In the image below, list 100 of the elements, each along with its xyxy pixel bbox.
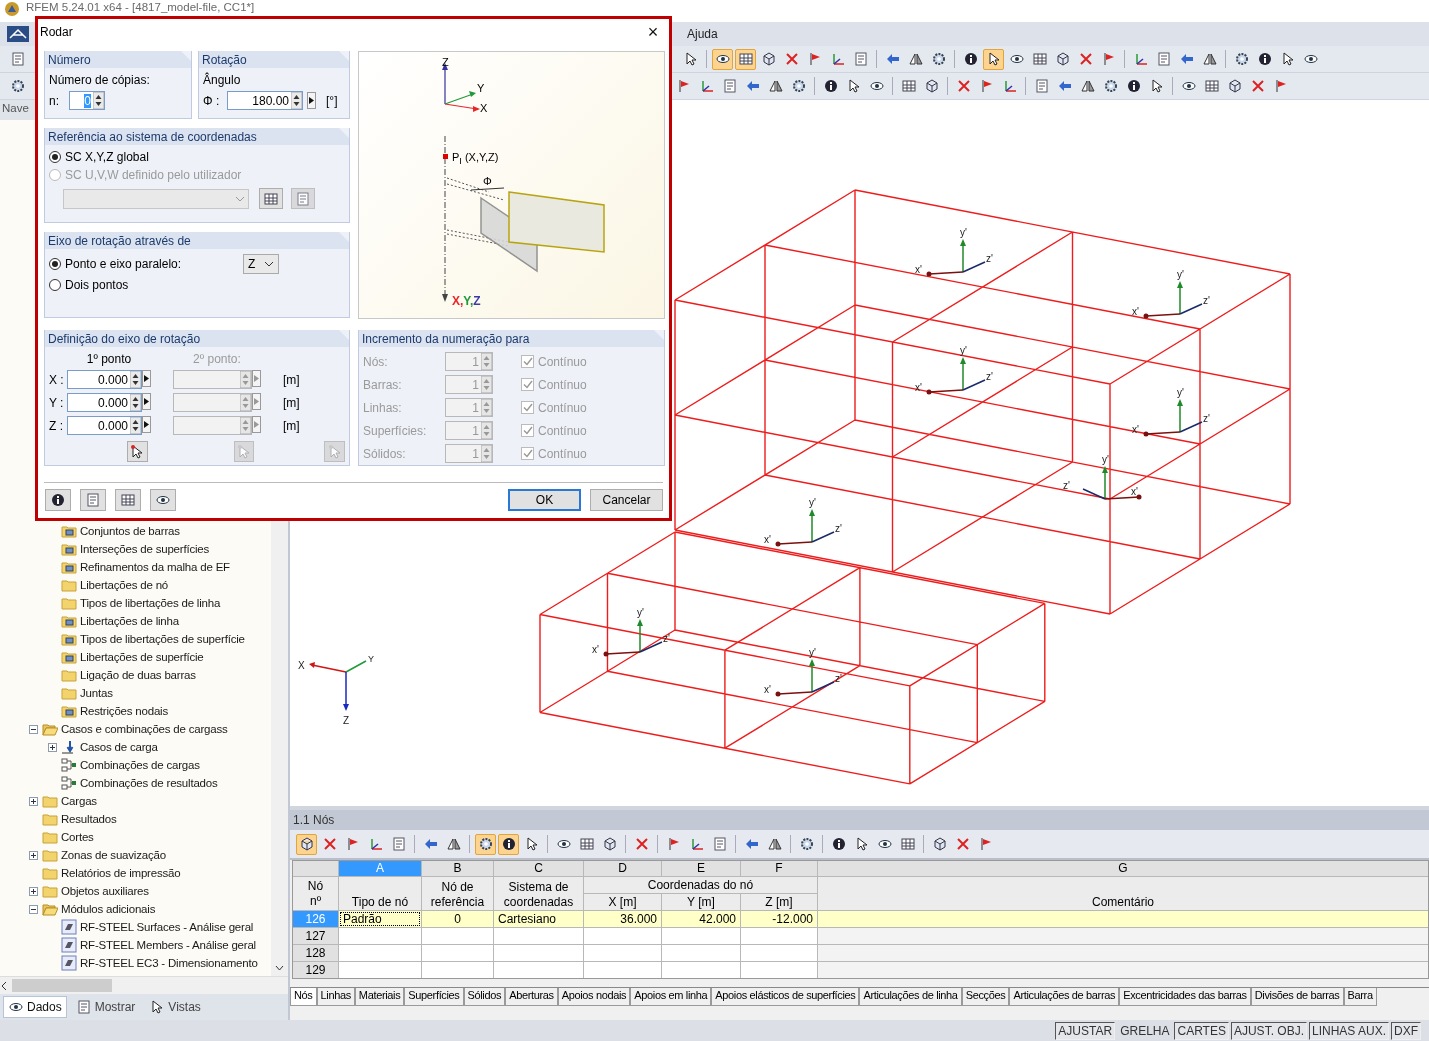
table-cell[interactable] (494, 962, 583, 978)
nav-tab[interactable]: Mostrar (70, 996, 141, 1018)
table-cell[interactable] (339, 962, 421, 978)
tree-item[interactable]: Casos e combinações de cargass (61, 723, 228, 735)
toolbar-button[interactable] (498, 833, 519, 855)
sheet-tab[interactable]: Excentricidades das barras (1119, 988, 1251, 1006)
number-field[interactable]: 180.00 (227, 91, 303, 110)
table-cell[interactable] (818, 945, 1428, 961)
arrow-button[interactable] (307, 92, 316, 109)
row-number[interactable]: 129 (293, 962, 338, 978)
tree-item[interactable]: Zonas de suavização (61, 849, 166, 861)
table-cell[interactable]: 36.000 (584, 911, 661, 927)
tree-item[interactable]: Relatórios de impressão (61, 867, 181, 879)
tree-item[interactable]: Cortes (61, 831, 94, 843)
table-cell[interactable] (584, 962, 661, 978)
close-button[interactable]: × (641, 22, 665, 42)
table-cell[interactable] (741, 945, 817, 961)
table-cell[interactable] (422, 962, 493, 978)
table-cell[interactable]: 42.000 (662, 911, 740, 927)
arrow-button[interactable] (142, 370, 151, 387)
expander-icon[interactable] (29, 850, 38, 860)
table-cell[interactable] (584, 928, 661, 944)
tree-item[interactable]: Libertações de nó (80, 579, 169, 591)
toolbar-button[interactable] (712, 48, 733, 70)
sheet-tab[interactable]: Apoios elásticos de superfícies (711, 988, 860, 1006)
sheet-tab[interactable]: Superfícies (404, 988, 464, 1006)
sheet-tab[interactable]: Divisões de barras (1250, 988, 1344, 1006)
expander-icon[interactable] (48, 742, 57, 752)
row-number[interactable]: 128 (293, 945, 338, 961)
number-field[interactable]: 0.000 (67, 393, 142, 412)
tree-item[interactable]: Combinações de cargas (80, 759, 200, 771)
tree-item[interactable]: Juntas (80, 687, 113, 699)
spin-arrows-icon[interactable] (130, 394, 141, 411)
tree-item[interactable]: Refinamentos da malha de EF (80, 561, 230, 573)
sheet-tab[interactable]: Articulações de barras (1009, 988, 1120, 1006)
arrow-button[interactable] (142, 416, 151, 433)
number-field[interactable]: 0.000 (67, 416, 142, 435)
spin-arrows-icon[interactable] (291, 92, 302, 109)
toolbar-button[interactable] (983, 48, 1004, 70)
table-cell[interactable] (818, 911, 1428, 927)
column-letter[interactable]: D (584, 861, 661, 876)
row-number[interactable]: 127 (293, 928, 338, 944)
tree-item[interactable]: Tipos de libertações de linha (80, 597, 221, 609)
menu-item[interactable]: Ajuda (683, 25, 722, 43)
table-cell[interactable] (339, 945, 421, 961)
table-cell[interactable]: -12.000 (741, 911, 817, 927)
tree-item[interactable]: Cargas (61, 795, 97, 807)
table-cell[interactable]: Cartesiano (494, 911, 583, 927)
table-cell[interactable]: 0 (422, 911, 493, 927)
toolbar-button[interactable] (45, 489, 71, 511)
table-cell[interactable] (339, 928, 421, 944)
table-cell[interactable] (494, 945, 583, 961)
status-toggle[interactable]: CARTES (1174, 1021, 1229, 1040)
status-toggle[interactable]: AJUST. OBJ. (1230, 1021, 1307, 1040)
table-cell[interactable] (422, 945, 493, 961)
spin-arrows-icon[interactable] (130, 371, 141, 388)
cancel-button[interactable]: Cancelar (590, 489, 663, 511)
status-toggle[interactable]: GRELHA (1117, 1021, 1173, 1040)
sheet-tab[interactable]: Barra (1343, 988, 1377, 1006)
toolbar-button[interactable] (296, 833, 317, 855)
column-letter[interactable]: C (494, 861, 583, 876)
table-cell[interactable] (662, 945, 740, 961)
table-cell[interactable] (741, 962, 817, 978)
tree-item[interactable]: RF-STEEL Members - Análise geral (80, 939, 256, 951)
spin-arrows-icon[interactable] (130, 417, 141, 434)
status-toggle[interactable]: LINHAS AUX. (1308, 1021, 1389, 1040)
tree-item[interactable]: RF-STEEL Surfaces - Análise geral (80, 921, 254, 933)
column-letter[interactable]: B (422, 861, 493, 876)
table-cell[interactable] (818, 928, 1428, 944)
tree-item[interactable]: Conjuntos de barras (80, 525, 180, 537)
table-cell[interactable] (584, 945, 661, 961)
column-letter[interactable]: E (662, 861, 740, 876)
sheet-tab[interactable]: Apoios nodais (557, 988, 631, 1006)
nav-tab[interactable]: Vistas (144, 996, 206, 1018)
tree-item[interactable]: Tipos de libertações de superfície (80, 633, 245, 645)
tree-item[interactable]: Casos de carga (80, 741, 158, 753)
radio-button[interactable] (49, 258, 61, 270)
tree-item[interactable]: Libertações de linha (80, 615, 179, 627)
expander-icon[interactable] (29, 796, 38, 806)
tree-item[interactable]: Módulos adicionais (61, 903, 156, 915)
number-field[interactable]: 0.000 (67, 370, 142, 389)
toolbar-button[interactable] (150, 489, 176, 511)
dropdown-field[interactable]: Z (243, 254, 279, 274)
tree-item[interactable]: Resultados (61, 813, 117, 825)
tree-item[interactable]: Objetos auxiliares (61, 885, 149, 897)
tree-item[interactable]: RF-STEEL EC3 - Dimensionamento (80, 957, 258, 969)
column-letter[interactable]: G (818, 861, 1428, 876)
sheet-tab[interactable]: Materiais (354, 988, 405, 1006)
scrollbar[interactable] (0, 976, 288, 994)
expander-icon[interactable] (29, 724, 38, 734)
table-cell[interactable] (662, 962, 740, 978)
tree-item[interactable]: Restrições nodais (80, 705, 168, 717)
sheet-tab[interactable]: Nós (290, 988, 317, 1006)
sheet-tab[interactable]: Linhas (316, 988, 355, 1006)
sheet-tab[interactable]: Aberturas (505, 988, 558, 1006)
table-cell[interactable] (494, 928, 583, 944)
sheet-tab[interactable]: Sólidos (463, 988, 506, 1006)
radio-button[interactable] (49, 279, 61, 291)
column-letter[interactable]: F (741, 861, 817, 876)
table-cell[interactable]: Padrão (339, 911, 421, 927)
